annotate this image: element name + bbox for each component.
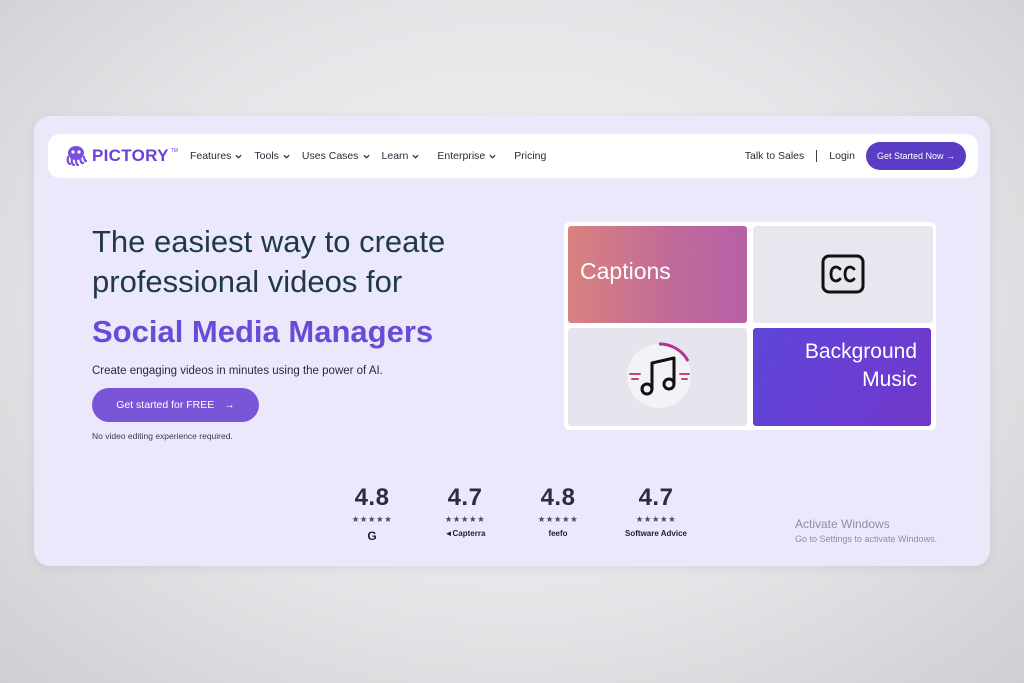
- feefo-icon: feefo: [548, 529, 568, 538]
- rating-software-advice: 4.7 ★★★★★ Software Advice: [618, 484, 694, 538]
- hero-title-line-1: The easiest way to create: [92, 224, 446, 259]
- software-advice-icon: Software Advice: [625, 529, 687, 538]
- button-label: Get started for FREE: [116, 399, 215, 411]
- rating-capterra: 4.7 ★★★★★ ◄Capterra: [438, 484, 492, 538]
- background-music-label: Background Music: [804, 340, 917, 391]
- chevron-down-icon: [412, 154, 419, 159]
- login-link[interactable]: Login: [829, 150, 855, 162]
- chevron-down-icon: [489, 154, 496, 159]
- music-note-icon: [627, 342, 691, 408]
- get-started-free-button[interactable]: Get started for FREE →: [92, 388, 259, 422]
- nav-item-features[interactable]: Features: [190, 150, 242, 162]
- nav-item-enterprise[interactable]: Enterprise: [437, 150, 496, 162]
- rating-feefo: 4.8 ★★★★★ feefo: [534, 484, 582, 538]
- watermark-subtitle: Go to Settings to activate Windows.: [795, 534, 938, 544]
- music-tile: [568, 328, 747, 426]
- pictory-logo[interactable]: PICTORY TM: [64, 144, 178, 168]
- octopus-logo-icon: [66, 146, 88, 167]
- brand-name: PICTORY: [92, 146, 169, 165]
- nav-item-label: Learn: [381, 150, 409, 162]
- capterra-icon: ◄Capterra: [444, 529, 486, 538]
- rating-stars: ★★★★★: [635, 514, 677, 524]
- nav-item-pricing[interactable]: Pricing: [514, 150, 546, 162]
- g2-icon: G: [367, 529, 377, 543]
- rating-score: 4.7: [638, 484, 674, 511]
- rating-score: 4.8: [540, 484, 576, 511]
- hero-audience-highlight: Social Media Managers: [92, 314, 434, 349]
- chevron-down-icon: [362, 154, 370, 159]
- chevron-down-icon: [235, 154, 242, 159]
- talk-to-sales-link[interactable]: Talk to Sales: [745, 150, 805, 162]
- chevron-down-icon: [283, 154, 290, 159]
- feature-showcase-grid: Captions Background Music: [564, 222, 936, 430]
- background-music-tile: Background Music: [753, 328, 931, 426]
- hero-note: No video editing experience required.: [92, 431, 233, 441]
- top-navbar: PICTORY TM Features Tools Uses Cases Lea…: [48, 134, 978, 178]
- closed-captions-icon: [821, 254, 865, 294]
- hero-title: The easiest way to create professional v…: [92, 222, 532, 302]
- hero-title-line-2: professional videos for: [92, 264, 403, 299]
- rating-score: 4.8: [354, 484, 390, 511]
- rating-score: 4.7: [447, 484, 483, 511]
- nav-item-learn[interactable]: Learn: [382, 150, 420, 162]
- nav-divider: [816, 150, 818, 162]
- cc-tile: [753, 226, 933, 323]
- watermark-title: Activate Windows: [795, 517, 890, 531]
- nav-item-label: Features: [189, 150, 232, 162]
- get-started-now-button[interactable]: Get Started Now →: [865, 142, 966, 170]
- nav-item-uses-cases[interactable]: Uses Cases: [302, 150, 370, 162]
- rating-stars: ★★★★★: [537, 514, 579, 524]
- nav-item-label: Enterprise: [437, 150, 486, 162]
- rating-stars: ★★★★★: [351, 514, 393, 524]
- nav-item-label: Tools: [254, 150, 279, 162]
- captions-label: Captions: [580, 258, 671, 284]
- nav-right-actions: Talk to Sales Login Get Started Now →: [745, 142, 966, 170]
- capterra-label: Capterra: [452, 529, 486, 538]
- nav-item-tools[interactable]: Tools: [254, 150, 290, 162]
- nav-item-label: Pricing: [514, 150, 547, 162]
- trademark-mark: TM: [170, 148, 178, 154]
- rating-stars: ★★★★★: [444, 514, 486, 524]
- arrow-right-icon: →: [224, 399, 235, 411]
- website-screenshot-card: PICTORY TM Features Tools Uses Cases Lea…: [34, 116, 990, 566]
- hero-subtitle: Create engaging videos in minutes using …: [92, 365, 383, 377]
- rating-g2: 4.8 ★★★★★ G: [350, 484, 394, 543]
- nav-menu: Features Tools Uses Cases Learn Enterpri…: [190, 150, 546, 162]
- activate-windows-watermark: Activate Windows Go to Settings to activ…: [795, 517, 937, 544]
- nav-item-label: Uses Cases: [301, 150, 359, 162]
- captions-tile: Captions: [568, 226, 747, 323]
